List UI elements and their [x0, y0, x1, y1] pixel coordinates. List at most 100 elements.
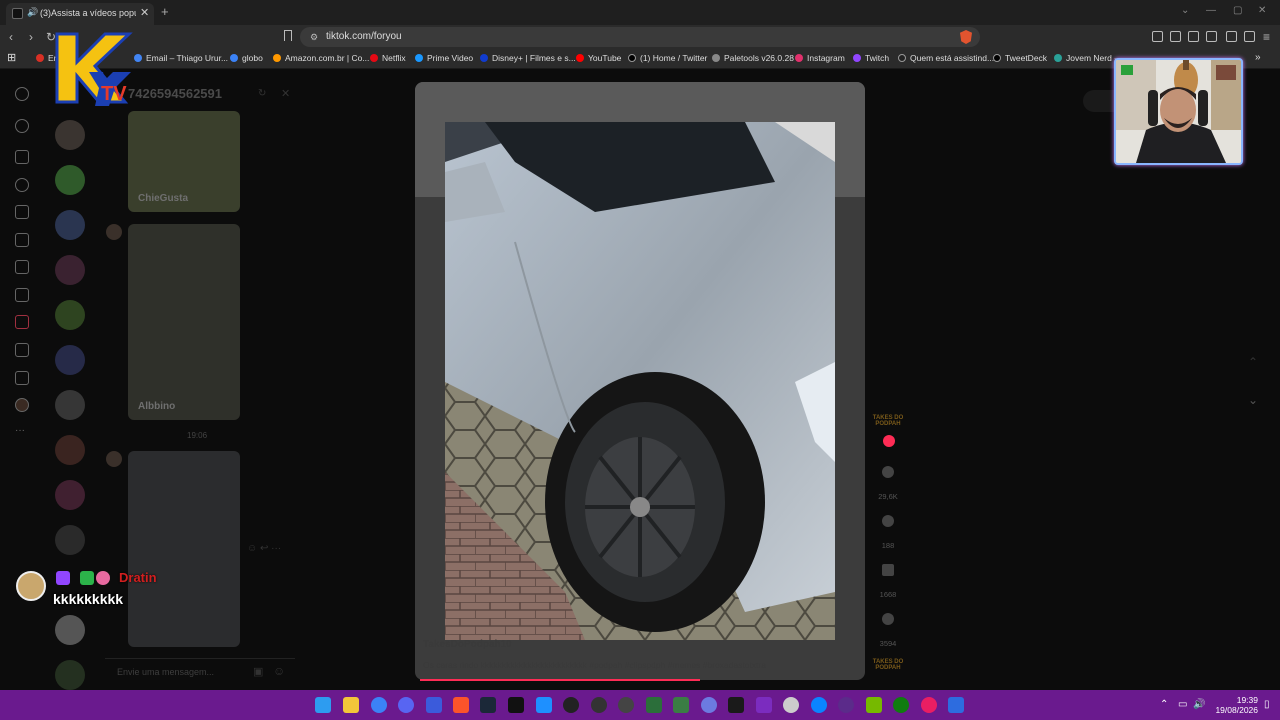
extensions-icon[interactable]	[1152, 31, 1163, 42]
terminal-icon[interactable]	[508, 697, 524, 713]
vpn-icon[interactable]	[1244, 31, 1255, 42]
site-settings-icon[interactable]: ⚙	[310, 32, 318, 43]
avatar[interactable]	[55, 435, 85, 465]
message-input[interactable]: Envie uma mensagem... ▣ ☺	[105, 658, 295, 684]
explore-icon[interactable]	[15, 178, 29, 192]
bookmark-item[interactable]: Quem está assistind...	[898, 53, 994, 63]
browser-icon[interactable]	[371, 697, 387, 713]
messages-icon[interactable]	[15, 343, 29, 357]
brave-shield-icon[interactable]	[960, 30, 972, 44]
wallet-icon[interactable]	[1206, 31, 1217, 42]
avatar[interactable]	[55, 615, 85, 645]
app-icon[interactable]	[948, 697, 964, 713]
bookmark-item[interactable]: YouTube	[576, 53, 621, 63]
app-icon[interactable]	[646, 697, 662, 713]
avatar[interactable]	[55, 210, 85, 240]
obs-icon[interactable]	[591, 697, 607, 713]
profile-icon[interactable]	[15, 398, 29, 412]
file-explorer-icon[interactable]	[343, 697, 359, 713]
avatar[interactable]	[55, 165, 85, 195]
bookmark-item[interactable]: TweetDeck	[993, 53, 1047, 63]
start-icon[interactable]	[315, 697, 331, 713]
system-clock[interactable]: 19:39 19/08/2026	[1210, 695, 1258, 715]
bookmark-item[interactable]: Prime Video	[415, 53, 473, 63]
app-icon[interactable]	[728, 697, 744, 713]
speaker-icon[interactable]: 🔊	[27, 7, 38, 18]
image-icon[interactable]: ▣	[253, 665, 263, 678]
app-icon[interactable]	[756, 697, 772, 713]
app-icon[interactable]	[838, 697, 854, 713]
bookmark-item[interactable]: (1) Home / Twitter	[628, 53, 707, 63]
app-icon[interactable]	[701, 697, 717, 713]
back-icon[interactable]: ‹	[9, 30, 13, 44]
shared-video-thumbnail[interactable]	[128, 451, 240, 647]
bookmark-item[interactable]: Disney+ | Filmes e s...	[480, 53, 576, 63]
forward-icon[interactable]: ›	[29, 30, 33, 44]
url-bar[interactable]: ⚙ tiktok.com/foryou	[300, 27, 980, 47]
avatar[interactable]	[55, 390, 85, 420]
app-icon[interactable]	[618, 697, 634, 713]
app-icon[interactable]	[536, 697, 552, 713]
live-icon[interactable]	[15, 260, 29, 274]
bookmark-item[interactable]: Instagram	[795, 53, 845, 63]
avatar[interactable]	[55, 345, 85, 375]
leo-icon[interactable]	[1226, 31, 1237, 42]
avatar[interactable]	[55, 120, 85, 150]
bookmark-item[interactable]: Netflix	[370, 53, 406, 63]
app-icon[interactable]	[811, 697, 827, 713]
close-icon[interactable]: ✕	[281, 87, 290, 100]
react-icon[interactable]: ☺ ↩ ···	[247, 543, 281, 554]
notifications-icon[interactable]: ▯	[1264, 699, 1270, 710]
bookmark-save-icon[interactable]	[882, 564, 894, 576]
follow-plus-icon[interactable]	[883, 435, 895, 447]
bookmark-item[interactable]: Paletools v26.0.28	[712, 53, 794, 63]
bookmark-item[interactable]: Twitch	[853, 53, 889, 63]
avatar[interactable]	[55, 660, 85, 690]
more-bookmarks-icon[interactable]: »	[1255, 52, 1261, 63]
comment-icon[interactable]	[882, 515, 894, 527]
following-icon[interactable]	[15, 205, 29, 219]
post-username[interactable]: TakesDoPodpah10	[423, 639, 512, 650]
bookmark-item[interactable]: globo	[230, 53, 263, 63]
add-icon[interactable]	[15, 371, 29, 385]
xbox-icon[interactable]	[893, 697, 909, 713]
bookmark-item[interactable]: Jovem Nerd -	[1054, 53, 1117, 63]
volume-icon[interactable]: 🔊	[1193, 699, 1205, 710]
avatar[interactable]	[55, 300, 85, 330]
video-progress-bar[interactable]	[420, 679, 700, 681]
network-icon[interactable]: ▭	[1178, 699, 1187, 710]
bookmark-icon[interactable]	[284, 30, 292, 41]
shared-video-thumbnail[interactable]: ChieGusta	[128, 111, 240, 212]
sidebar-icon[interactable]	[1188, 31, 1199, 42]
tiktok-logo-icon[interactable]	[15, 87, 29, 101]
avatar[interactable]	[55, 255, 85, 285]
upload-icon[interactable]	[15, 288, 29, 302]
discord-icon[interactable]	[398, 697, 414, 713]
tab-close-icon[interactable]: ✕	[140, 6, 149, 19]
search-icon[interactable]	[15, 119, 29, 133]
menu-icon[interactable]: ≡	[1263, 30, 1270, 44]
chevron-down-icon[interactable]: ⌄	[1248, 393, 1258, 407]
more-icon[interactable]: ···	[15, 425, 29, 439]
tray-chevron-icon[interactable]: ⌃	[1160, 699, 1168, 710]
minimize-icon[interactable]: —	[1206, 5, 1216, 16]
media-icon[interactable]	[1170, 31, 1181, 42]
refresh-icon[interactable]: ↻	[258, 88, 266, 99]
apps-icon[interactable]: ⊞	[7, 51, 16, 64]
maximize-icon[interactable]: ▢	[1233, 5, 1242, 16]
chevron-down-icon[interactable]: ⌄	[1181, 5, 1189, 16]
share-icon[interactable]	[882, 613, 894, 625]
activity-icon[interactable]	[15, 315, 29, 329]
app-icon[interactable]	[783, 697, 799, 713]
brave-icon[interactable]	[453, 697, 469, 713]
browser-tab[interactable]: 🔊 (3)Assista a vídeos populares ✕	[6, 3, 154, 25]
bookmark-item[interactable]: Amazon.com.br | Co...	[273, 53, 369, 63]
steam-icon[interactable]	[480, 697, 496, 713]
bookmark-item[interactable]: Email – Thiago Urur...	[134, 53, 228, 63]
app-icon[interactable]	[563, 697, 579, 713]
app-icon[interactable]	[921, 697, 937, 713]
heart-icon[interactable]	[882, 466, 894, 478]
new-tab-button[interactable]: +	[161, 4, 169, 19]
friends-icon[interactable]	[15, 233, 29, 247]
app-icon[interactable]	[426, 697, 442, 713]
